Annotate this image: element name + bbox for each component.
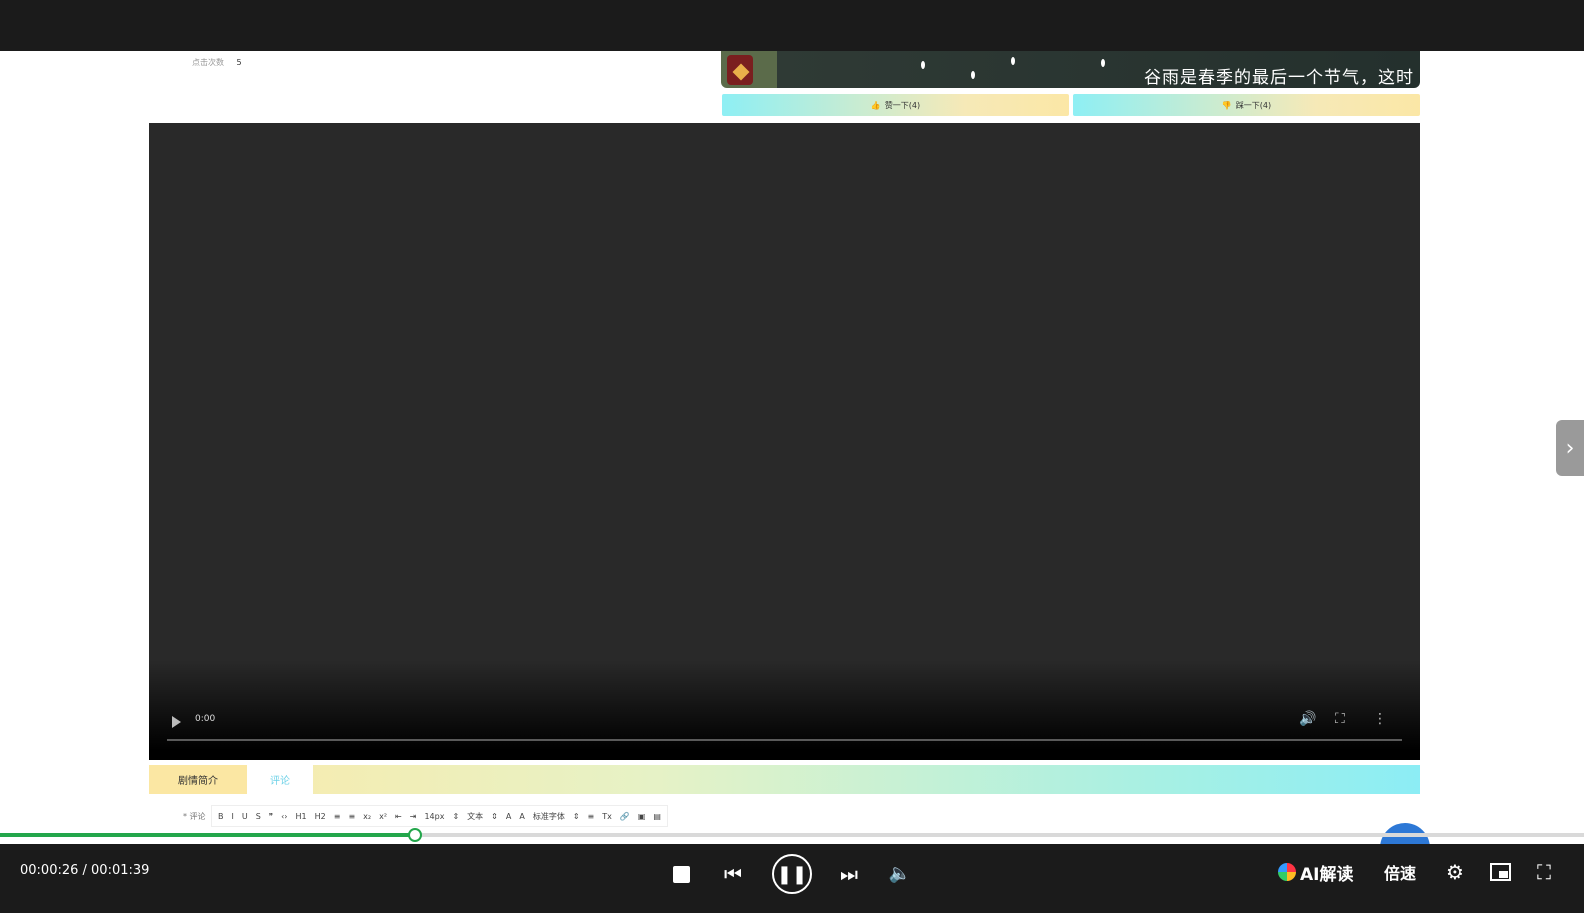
settings-button[interactable]: ⚙ — [1442, 859, 1468, 885]
editor-tool[interactable]: B — [218, 812, 224, 821]
thumbs-down-icon: 👎 — [1221, 100, 1232, 110]
side-expand-button[interactable]: › — [1556, 420, 1584, 476]
progress-knob[interactable] — [408, 828, 422, 842]
chevron-right-icon: › — [1565, 435, 1575, 461]
editor-tool[interactable]: ⇥ — [410, 812, 417, 821]
next-button[interactable]: ⏭ — [838, 861, 860, 887]
skip-forward-icon: ⏭ — [840, 862, 858, 886]
click-count-label: 点击次数 — [192, 58, 224, 67]
pause-button[interactable]: ❚❚ — [772, 854, 812, 894]
raindrop-icon — [921, 61, 925, 69]
editor-tool[interactable]: ⇤ — [395, 812, 402, 821]
video-player[interactable]: 0:00 🔊 ⛶ ⋮ — [149, 123, 1420, 760]
pip-icon — [1489, 863, 1511, 881]
dislike-label: 踩一下(4) — [1235, 100, 1272, 110]
more-icon[interactable]: ⋮ — [1373, 711, 1387, 727]
previous-button[interactable]: ⏮ — [722, 861, 744, 887]
pause-icon: ❚❚ — [776, 863, 808, 885]
editor-tool[interactable]: 文本 — [467, 811, 483, 822]
editor-tool[interactable]: A — [519, 812, 524, 821]
editor-tool[interactable]: U — [242, 812, 248, 821]
ai-label: AI解读 — [1300, 864, 1354, 885]
editor-tool[interactable]: ≡ — [348, 812, 355, 821]
editor-tool[interactable]: ⇕ — [573, 812, 580, 821]
raindrop-icon — [1101, 59, 1105, 67]
gear-icon: ⚙ — [1446, 860, 1464, 884]
editor-tool[interactable]: ≡ — [334, 812, 341, 821]
volume-icon[interactable]: 🔊 — [1299, 711, 1316, 727]
editor-tool[interactable]: ⇕ — [491, 812, 498, 821]
comment-label: * 评论 — [183, 811, 206, 821]
editor-tool[interactable]: ▤ — [653, 812, 661, 821]
video-time: 0:00 — [195, 714, 216, 724]
editor-tool[interactable]: 14px — [424, 812, 444, 821]
editor-tool[interactable]: x₂ — [363, 812, 371, 821]
video-shade — [149, 660, 1420, 760]
vote-row: 👍 赞一下(4) 👎 踩一下(4) — [722, 94, 1420, 116]
tab-plot-summary[interactable]: 剧情简介 — [149, 765, 247, 794]
editor-tool[interactable]: ‹› — [281, 812, 287, 821]
playback-speed-button[interactable]: 倍速 — [1384, 858, 1416, 886]
progress-fill — [0, 833, 415, 837]
editor-tool[interactable]: ▣ — [638, 812, 646, 821]
play-icon[interactable] — [172, 716, 181, 728]
click-count-value: 5 — [236, 58, 242, 67]
video-seek-bar[interactable] — [167, 739, 1402, 741]
player-time: 00:00:26 / 00:01:39 — [20, 863, 150, 878]
picture-in-picture-button[interactable] — [1488, 860, 1512, 884]
editor-toolbar: B I U S ❞ ‹› H1 H2 ≡ ≡ x₂ x² ⇤ ⇥ 14px ⇕ 文本 ⇕ A A 标准字体 ⇕ ≡ Tx 🔗 ▣ ▤ — [211, 805, 668, 827]
content-tabs: 剧情简介 评论 — [149, 765, 1420, 794]
raindrop-icon — [971, 71, 975, 79]
editor-tool[interactable]: ❞ — [269, 812, 273, 821]
expand-icon: ⛶ — [1537, 860, 1551, 884]
editor-tool[interactable]: A — [506, 812, 511, 821]
comment-editor: * 评论 B I U S ❞ ‹› H1 H2 ≡ ≡ x₂ x² ⇤ ⇥ 14px ⇕ 文本 ⇕ A A 标准字体 ⇕ ≡… — [183, 805, 853, 827]
fullscreen-icon[interactable]: ⛶ — [1335, 711, 1345, 727]
ai-logo-icon — [1278, 863, 1296, 881]
player-control-bar: 00:00:26 / 00:01:39 ⏮ ❚❚ ⏭ 🔈 AI解读 倍速 ⚙ ⛶ — [0, 844, 1584, 913]
fullscreen-button[interactable]: ⛶ — [1532, 860, 1556, 884]
click-count: 点击次数 5 — [192, 57, 242, 68]
like-label: 赞一下(4) — [884, 100, 921, 110]
speaker-icon: 🔈 — [888, 862, 912, 884]
stop-button[interactable] — [673, 866, 690, 883]
editor-tool[interactable]: ⇕ — [452, 812, 459, 821]
editor-tool[interactable]: x² — [379, 812, 387, 821]
editor-tool[interactable]: S — [256, 812, 261, 821]
banner-image: 谷雨是春季的最后一个节气，这时 — [721, 51, 1420, 88]
editor-tool[interactable]: 标准字体 — [533, 811, 565, 822]
editor-tool[interactable]: H1 — [296, 812, 307, 821]
editor-tool[interactable]: H2 — [315, 812, 326, 821]
editor-tool[interactable]: ≡ — [588, 812, 595, 821]
ai-interpret-button[interactable]: AI解读 — [1278, 858, 1353, 886]
editor-tool[interactable]: I — [232, 812, 234, 821]
top-bar — [0, 0, 1584, 51]
thumbs-up-icon: 👍 — [870, 100, 881, 110]
editor-tool[interactable]: 🔗 — [620, 812, 630, 821]
raindrop-icon — [1011, 57, 1015, 65]
dislike-button[interactable]: 👎 踩一下(4) — [1073, 94, 1420, 116]
volume-button[interactable]: 🔈 — [888, 860, 912, 886]
tab-comments[interactable]: 评论 — [247, 765, 313, 794]
banner-caption: 谷雨是春季的最后一个节气，这时 — [1144, 68, 1414, 88]
skip-back-icon: ⏮ — [724, 862, 742, 886]
player-progress[interactable] — [0, 828, 1584, 842]
web-page: 点击次数 5 谷雨是春季的最后一个节气，这时 👍 赞一下(4) 👎 踩一下(4)… — [0, 51, 1584, 844]
editor-tool[interactable]: Tx — [602, 812, 612, 821]
like-button[interactable]: 👍 赞一下(4) — [722, 94, 1069, 116]
